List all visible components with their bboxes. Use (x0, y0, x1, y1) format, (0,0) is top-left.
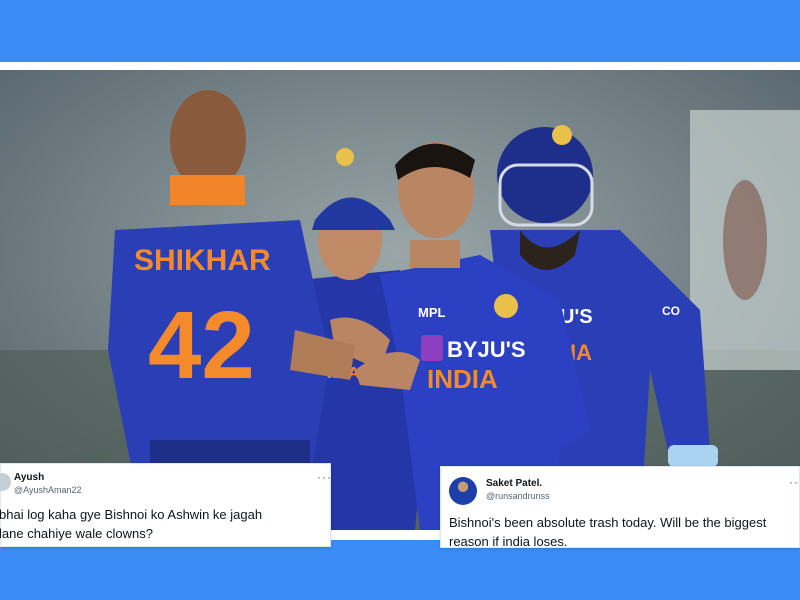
tweet-author-handle[interactable]: @runsandrunss (486, 491, 550, 501)
avatar[interactable] (449, 477, 477, 505)
tweet-author-handle[interactable]: @AyushAman22 (14, 485, 82, 495)
tweet-text-line: Bishnoi's been absolute trash today. Wil… (449, 515, 767, 530)
more-icon[interactable]: ·· (789, 475, 799, 489)
jersey-name-text: SHIKHAR (134, 244, 271, 277)
tweet-card[interactable]: Ayush @AyushAman22 ··· bhai log kaha gye… (0, 463, 331, 547)
side-text: CO (662, 304, 680, 318)
tweet-text-line: reason if india loses. (449, 534, 568, 549)
cricket-team-photo: U'S IA CO INDIA MPL BYJU'S INDIA (0, 70, 800, 530)
tweet-text-line: bhai log kaha gye Bishnoi ko Ashwin ke j… (0, 507, 263, 522)
spectator-blur (723, 180, 767, 300)
jersey-collar (170, 175, 245, 205)
tweet-text: bhai log kaha gye Bishnoi ko Ashwin ke j… (0, 505, 262, 543)
jersey-number-text: 42 (148, 292, 255, 399)
tweet-author-name[interactable]: Saket Patel. (486, 478, 542, 489)
bcci-crest-icon (494, 294, 518, 318)
tweet-author-name[interactable]: Ayush (14, 472, 44, 483)
country-text: INDIA (427, 364, 498, 394)
cap-crest-icon (336, 148, 354, 166)
tweet-text: Bishnoi's been absolute trash today. Wil… (449, 513, 766, 551)
tweet-text-line: lane chahiye wale clowns? (0, 526, 153, 541)
tweet-card[interactable]: Saket Patel. @runsandrunss ·· Bishnoi's … (440, 466, 800, 551)
main-sponsor-text: BYJU'S (447, 337, 526, 362)
keeper-helmet (497, 127, 593, 223)
helmet-crest-icon (552, 125, 572, 145)
photo-illustration: U'S IA CO INDIA MPL BYJU'S INDIA (0, 70, 800, 530)
keeper-glove (668, 445, 718, 467)
more-icon[interactable]: ··· (317, 470, 332, 484)
avatar[interactable] (0, 473, 11, 491)
sponsor-logo: MPL (418, 305, 446, 320)
